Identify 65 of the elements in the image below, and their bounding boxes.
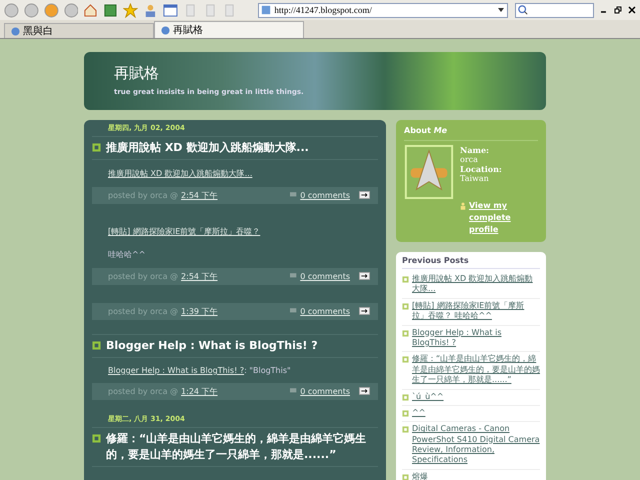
email-post-icon[interactable] bbox=[359, 272, 370, 280]
previous-post-link[interactable]: Blogger Help : What is BlogThis! ? bbox=[412, 328, 540, 348]
email-post-icon[interactable] bbox=[359, 191, 370, 200]
bullet-icon bbox=[402, 426, 409, 434]
email-post-icon[interactable] bbox=[359, 387, 370, 396]
bullet-icon bbox=[402, 276, 409, 283]
user-icon[interactable] bbox=[143, 2, 158, 18]
post-title: 推廣用說帖 XD 歡迎加入跳船煽動大隊... bbox=[106, 140, 309, 156]
bullet-icon bbox=[402, 330, 409, 337]
previous-post-link[interactable]: [轉貼] 網路探險家IE前號「摩斯拉」吞噬？ 哇哈哈^^ bbox=[412, 300, 540, 322]
post-link[interactable]: 推廣用說帖 XD 歡迎加入跳船煽動大隊... bbox=[108, 168, 252, 178]
bullet-icon bbox=[92, 434, 101, 443]
post-byline: posted by orca @ bbox=[108, 386, 178, 396]
globe-icon bbox=[161, 26, 170, 34]
post-title: Blogger Help : What is BlogThis! ? bbox=[106, 338, 318, 354]
post-text: 哇哈哈^^ bbox=[107, 248, 146, 261]
profile-label: Name: bbox=[460, 145, 490, 155]
post-title: 修羅：“山羊是由山羊它媽生的，綿羊是由綿羊它媽生的，要是山羊的媽生了一只綿羊，那就是......” bbox=[106, 430, 368, 463]
about-me-heading: About Me bbox=[404, 124, 538, 141]
previous-post-link[interactable]: 熔爆 bbox=[412, 472, 428, 480]
post-link[interactable]: [轉貼] 網路探險家IE前號「摩斯拉」吞噬？ bbox=[108, 226, 260, 236]
comments-link[interactable]: 0 comments bbox=[300, 386, 350, 396]
search-field[interactable] bbox=[514, 2, 594, 18]
post-time-link[interactable]: 2:54 下午 bbox=[181, 190, 218, 201]
search-icon bbox=[518, 5, 528, 15]
previous-post-link[interactable]: 推廣用說帖 XD 歡迎加入跳船煽動大隊... bbox=[412, 274, 540, 295]
bullet-icon bbox=[402, 356, 409, 364]
globe-icon bbox=[11, 26, 20, 36]
post-byline: posted by orca @ bbox=[108, 306, 178, 316]
email-post-icon[interactable] bbox=[359, 307, 370, 316]
post-time-link[interactable]: 1:39 下午 bbox=[181, 306, 218, 317]
previous-post-link[interactable]: ^^ bbox=[412, 408, 426, 418]
home-icon[interactable] bbox=[83, 2, 98, 18]
previous-post-link[interactable]: 修羅：“山羊是由山羊它媽生的，綿羊是由綿羊它媽生的，要是山羊的媽生了一只綿羊，那就是......” bbox=[412, 354, 540, 386]
post-text: Blogger Help : What is BlogThis! ?: "BlogThis" bbox=[107, 364, 292, 377]
profile-label: Location: bbox=[460, 164, 502, 174]
close-icon[interactable] bbox=[628, 6, 636, 14]
profile-value: orca bbox=[460, 155, 479, 164]
blog-title[interactable]: 再賦格 bbox=[114, 64, 546, 83]
bullet-icon bbox=[402, 302, 409, 310]
previous-posts-heading: Previous Posts bbox=[402, 256, 540, 269]
post-time-link[interactable]: 2:54 下午 bbox=[181, 270, 218, 282]
comments-link[interactable]: 0 comments bbox=[300, 272, 350, 281]
browser-tab[interactable]: 黑與白 bbox=[4, 23, 154, 38]
bullet-icon bbox=[92, 143, 101, 152]
post-byline: posted by orca @ bbox=[108, 272, 178, 281]
post-byline: posted by orca @ bbox=[108, 190, 178, 200]
comments-link[interactable]: 0 comments bbox=[300, 190, 350, 200]
person-icon bbox=[460, 202, 466, 210]
bullet-icon bbox=[402, 410, 409, 417]
insignia-icon bbox=[404, 145, 454, 199]
post-time-link[interactable]: 1:24 下午 bbox=[181, 386, 218, 397]
window-icon[interactable] bbox=[162, 2, 178, 18]
post-link[interactable]: Blogger Help : What is BlogThis! ? bbox=[108, 366, 244, 375]
dropdown-icon[interactable] bbox=[496, 6, 505, 14]
browser-tab[interactable]: 再賦格 bbox=[154, 21, 304, 38]
address-field[interactable]: http://41247.blogspot.com/ bbox=[258, 2, 508, 18]
restore-icon[interactable] bbox=[614, 6, 622, 14]
previous-post-link[interactable]: `ú_ù^^ bbox=[412, 392, 444, 402]
bullet-icon bbox=[402, 394, 409, 401]
comments-link[interactable]: 0 comments bbox=[300, 306, 350, 316]
profile-value: Taiwan bbox=[460, 174, 490, 183]
previous-post-link[interactable]: Digital Cameras - Canon PowerShot S410 Digital Camera Review, Information, Specifications bbox=[412, 424, 540, 466]
star-icon[interactable] bbox=[123, 2, 138, 18]
bullet-icon bbox=[92, 340, 101, 350]
